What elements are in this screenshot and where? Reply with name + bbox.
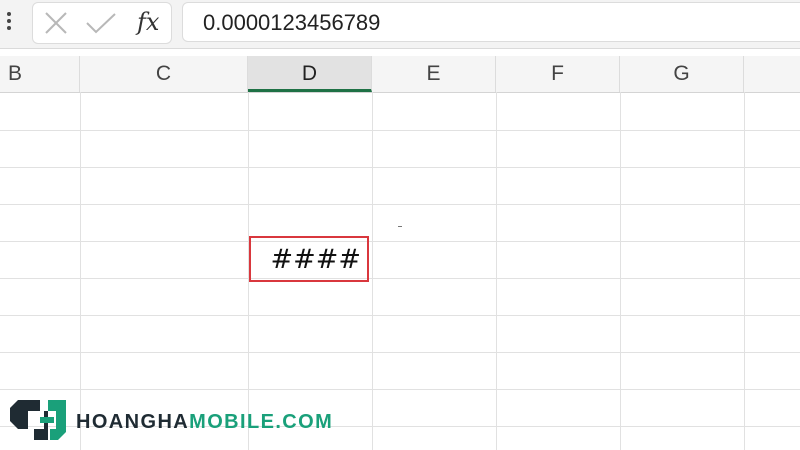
- active-cell-d[interactable]: ####: [249, 236, 369, 282]
- hoangha-logo-icon: [10, 400, 66, 440]
- grid-line: [0, 204, 800, 205]
- formula-buttons: fx: [32, 2, 172, 44]
- grid-line: [0, 278, 800, 279]
- grid-line: [0, 167, 800, 168]
- grid-line: [496, 92, 497, 450]
- grid-line: [620, 92, 621, 450]
- formula-input[interactable]: 0.0000123456789: [182, 2, 800, 42]
- check-icon[interactable]: [85, 11, 117, 35]
- brand-name-green: MOBILE.COM: [189, 411, 334, 433]
- column-header-f[interactable]: F: [496, 56, 620, 92]
- cursor-mark: [398, 226, 402, 227]
- formula-bar: fx 0.0000123456789: [0, 0, 800, 49]
- column-header-d[interactable]: D: [248, 56, 372, 92]
- grid-line: [0, 130, 800, 131]
- column-header-e[interactable]: E: [372, 56, 496, 92]
- brand-name-dark: HOANGHA: [76, 411, 190, 433]
- close-icon[interactable]: [43, 11, 69, 35]
- grid-line: [80, 92, 81, 450]
- grid-line: [372, 92, 373, 450]
- grid-line: [0, 389, 800, 390]
- brand-name: HOANGHAMOBILE.COM: [76, 410, 333, 434]
- grid-line: [744, 92, 745, 450]
- grid-line: [0, 315, 800, 316]
- column-headers: B C D E F G: [0, 56, 800, 93]
- more-options-icon[interactable]: [6, 12, 12, 34]
- insert-function-button[interactable]: fx: [137, 7, 159, 37]
- cell-grid[interactable]: [0, 92, 800, 450]
- grid-line: [0, 352, 800, 353]
- grid-line: [0, 241, 800, 242]
- column-header-b[interactable]: B: [0, 56, 80, 92]
- column-header-next[interactable]: [744, 56, 800, 92]
- column-header-g[interactable]: G: [620, 56, 744, 92]
- column-header-c[interactable]: C: [80, 56, 248, 92]
